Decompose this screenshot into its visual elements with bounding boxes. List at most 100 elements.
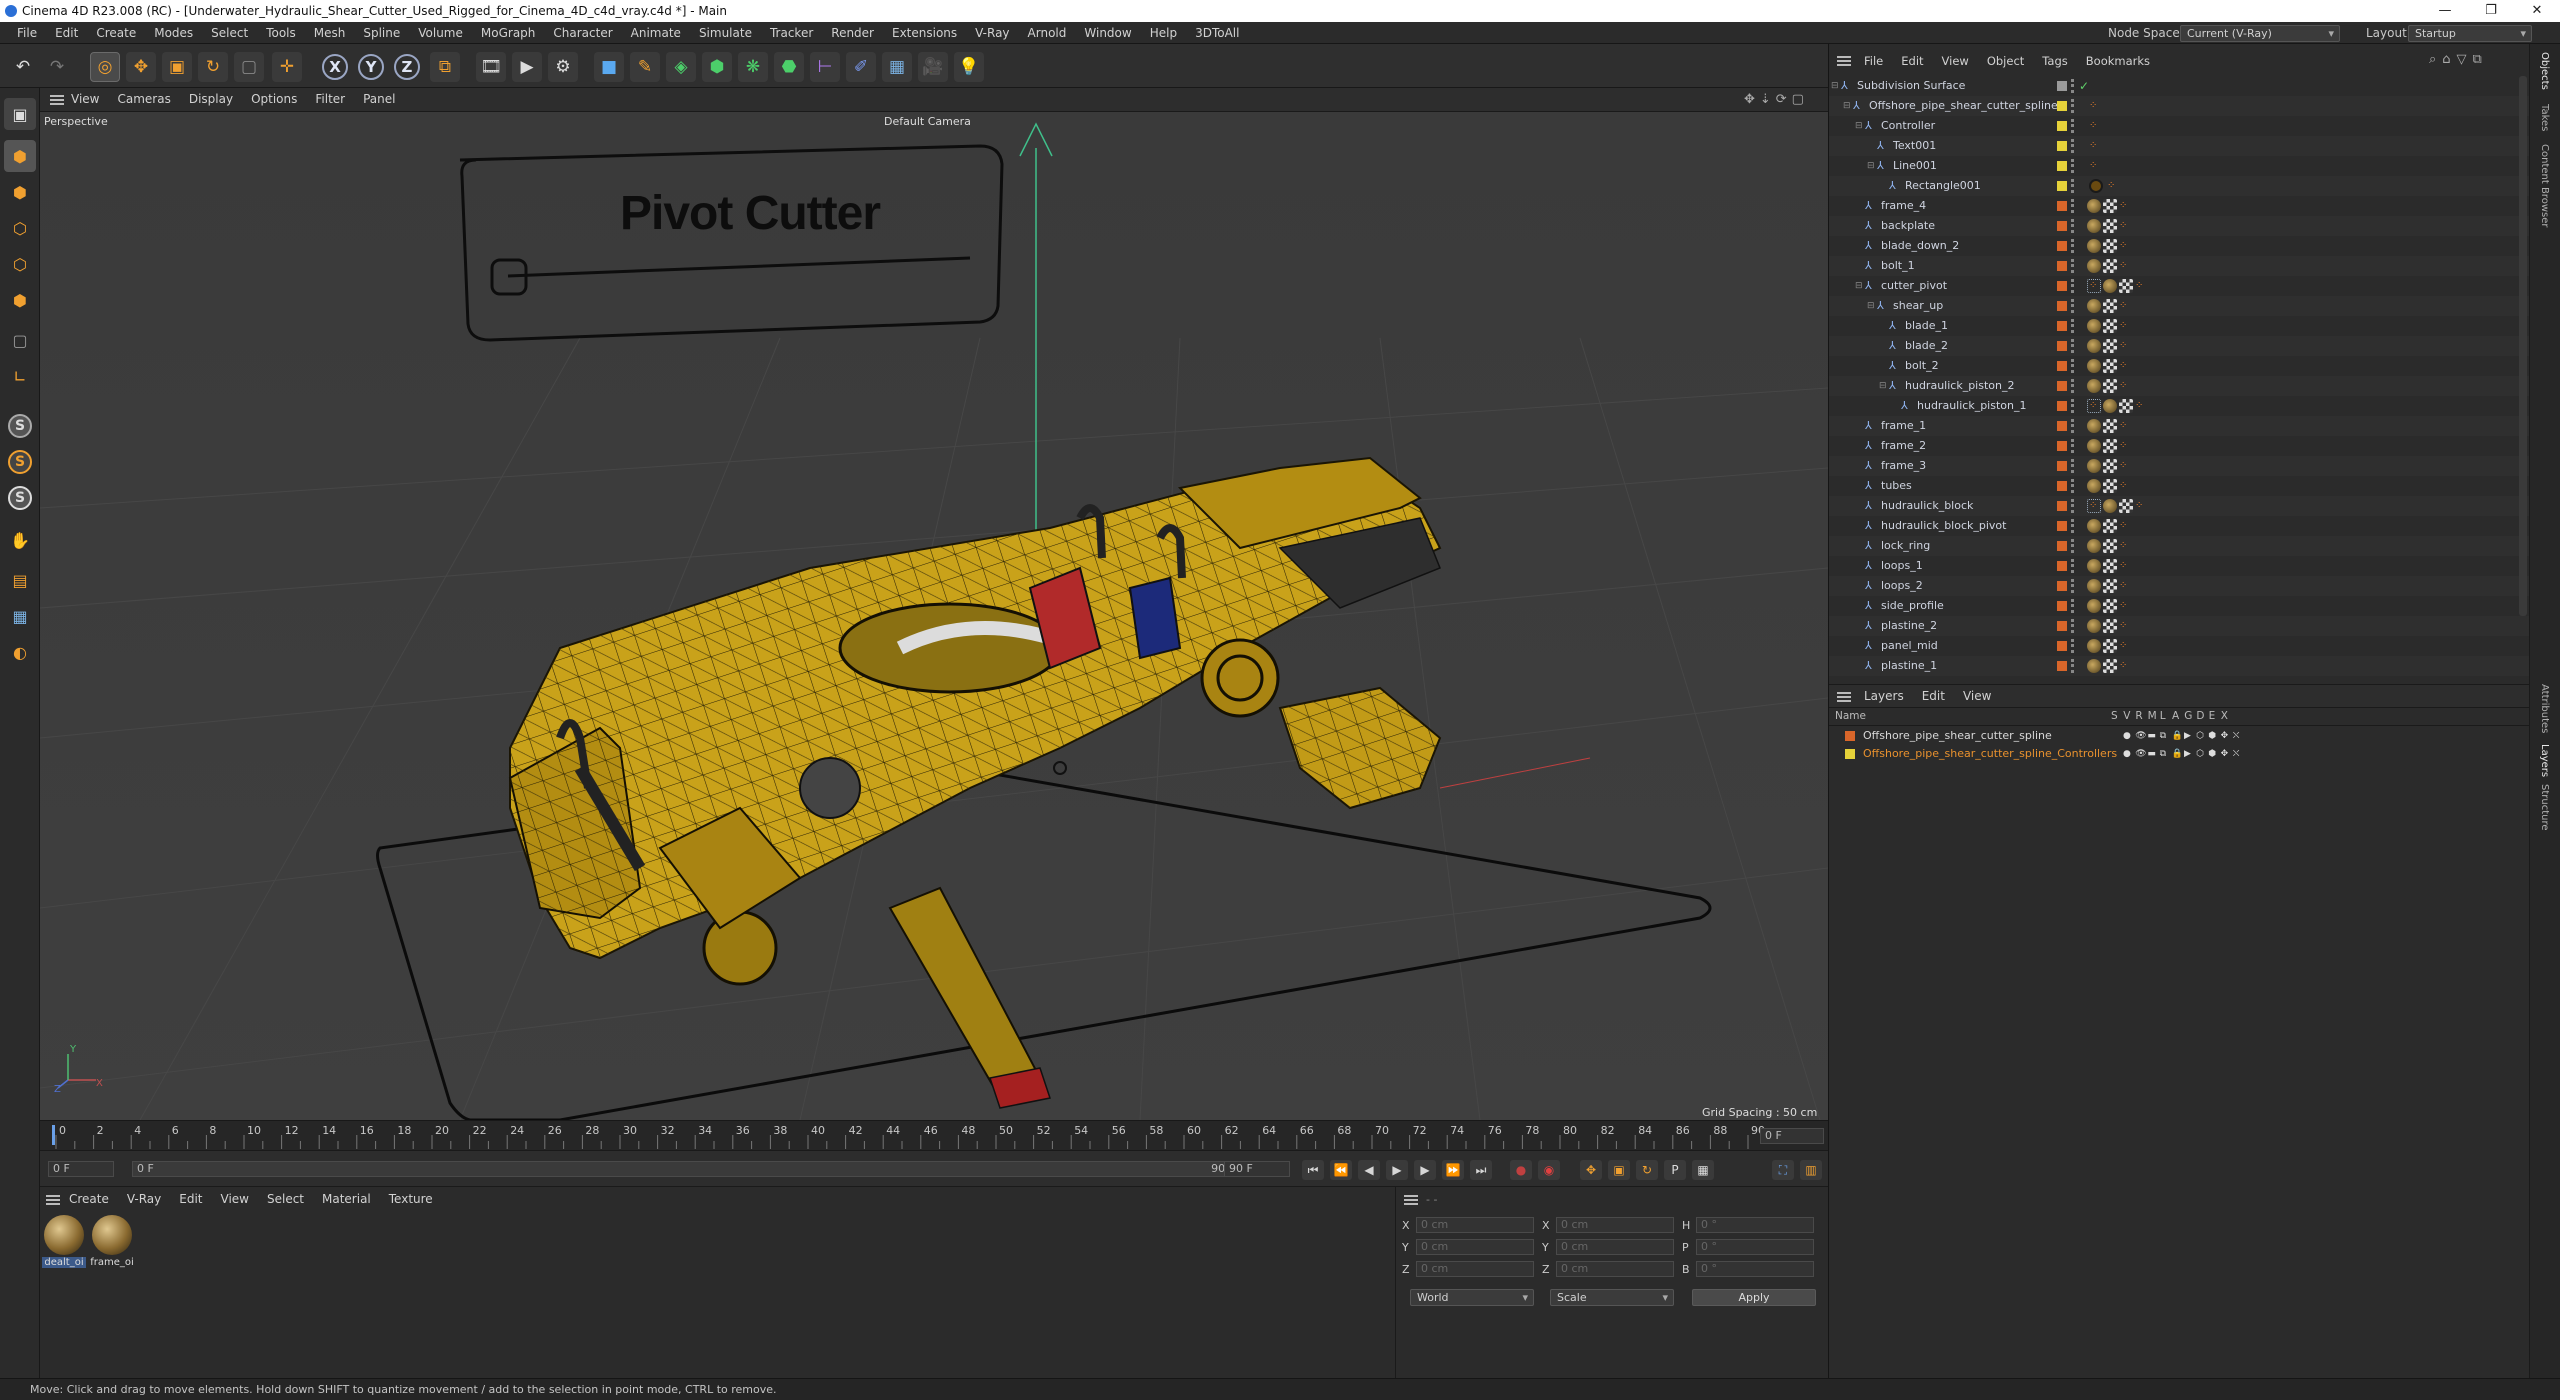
- visibility-dots-icon[interactable]: [2071, 219, 2075, 233]
- layer-color-swatch[interactable]: [2057, 561, 2067, 571]
- dotted-tag-icon[interactable]: [2087, 279, 2101, 293]
- material-tag-icon[interactable]: [2087, 559, 2101, 573]
- play-icon[interactable]: ▶: [1386, 1160, 1408, 1180]
- coord-value-field[interactable]: 0 cm: [1416, 1261, 1534, 1277]
- transform-mode-dropdown[interactable]: Scale: [1550, 1289, 1674, 1306]
- uvw-tag-icon[interactable]: [2103, 359, 2117, 373]
- autokey-icon[interactable]: ◉: [1538, 1160, 1560, 1180]
- coordinate-system-dropdown[interactable]: World: [1410, 1289, 1534, 1306]
- uvw-tag-icon[interactable]: [2103, 539, 2117, 553]
- material-tag-icon[interactable]: [2087, 539, 2101, 553]
- layer-color-swatch[interactable]: [2057, 201, 2067, 211]
- render-region-icon[interactable]: 🎞: [476, 52, 506, 82]
- cube-icon[interactable]: ■: [594, 52, 624, 82]
- material-tag-icon[interactable]: [2087, 599, 2101, 613]
- rotate-icon[interactable]: ↻: [198, 52, 228, 82]
- material-tag-icon[interactable]: [2087, 379, 2101, 393]
- layer-color-swatch[interactable]: [2057, 141, 2067, 151]
- model-mode-icon[interactable]: ⬢: [4, 140, 36, 172]
- material-menu-create[interactable]: Create: [60, 1192, 118, 1206]
- uvw-tag-icon[interactable]: [2119, 399, 2133, 413]
- edges-mode-icon[interactable]: ⬡: [4, 248, 36, 280]
- material-tag-icon[interactable]: [2087, 219, 2101, 233]
- layer-color-swatch[interactable]: [2057, 361, 2067, 371]
- object-row[interactable]: ⅄frame_2⁘⁘: [1829, 436, 2529, 456]
- layer-toggle-icon[interactable]: 👁: [2135, 728, 2146, 744]
- coordinate-system-icon[interactable]: ⧉: [430, 52, 460, 82]
- coord-value-field[interactable]: 0 cm: [1416, 1239, 1534, 1255]
- visibility-dots-icon[interactable]: [2071, 359, 2075, 373]
- deformer-icon[interactable]: ⬣: [774, 52, 804, 82]
- layer-toggle-icon[interactable]: ⬡: [2196, 728, 2204, 744]
- uvw-tag-icon[interactable]: [2103, 239, 2117, 253]
- object-row[interactable]: ⊟ ⅄ Subdivision Surface ✓: [1829, 76, 2529, 96]
- subdivision-icon[interactable]: ◈: [666, 52, 696, 82]
- objects-header-icons[interactable]: ⌕⌂▽⧉: [2429, 52, 2488, 67]
- coord-value-field[interactable]: 0 cm: [1556, 1239, 1674, 1255]
- visibility-dots-icon[interactable]: [2071, 559, 2075, 573]
- object-row[interactable]: ⅄ Text001 ⁘: [1829, 136, 2529, 156]
- layer-color-swatch[interactable]: [2057, 101, 2067, 111]
- visibility-dots-icon[interactable]: [2071, 139, 2075, 153]
- layer-toggle-icon[interactable]: ⛌: [2233, 728, 2240, 744]
- uvw-tag-icon[interactable]: [2103, 459, 2117, 473]
- layer-toggle-icon[interactable]: ✥: [2221, 746, 2229, 762]
- material-menu-edit[interactable]: Edit: [170, 1192, 211, 1206]
- coord-value-field[interactable]: 0 cm: [1416, 1217, 1534, 1233]
- material-tag-icon[interactable]: [2087, 519, 2101, 533]
- menu-window[interactable]: Window: [1075, 26, 1140, 40]
- spline-pen-icon[interactable]: ✐: [846, 52, 876, 82]
- timeline-ruler[interactable]: 0 2 4 6 8 10 12 14 16 18 20 22 24 26 28 30 32 34 36 38 40 42 4…: [40, 1120, 1828, 1150]
- y-axis-toggle[interactable]: Y: [356, 52, 386, 82]
- quantize-icon[interactable]: S: [4, 482, 36, 514]
- uvw-tag-icon[interactable]: [2103, 379, 2117, 393]
- go-to-end-icon[interactable]: ⏭: [1470, 1160, 1492, 1180]
- material-tag-icon[interactable]: [2087, 319, 2101, 333]
- layers-column-x[interactable]: X: [2221, 710, 2228, 722]
- object-row[interactable]: ⅄frame_4⁘⁘: [1829, 196, 2529, 216]
- viewport-menu-filter[interactable]: Filter: [306, 92, 354, 106]
- make-editable-icon[interactable]: ▣: [4, 98, 36, 130]
- menu-modes[interactable]: Modes: [145, 26, 202, 40]
- layer-color-swatch[interactable]: [2057, 381, 2067, 391]
- snap-icon[interactable]: S: [4, 410, 36, 442]
- material-tag-icon[interactable]: [2103, 279, 2117, 293]
- viewport-menu-cameras[interactable]: Cameras: [108, 92, 179, 106]
- object-row[interactable]: ⊟ ⅄ Offshore_pipe_shear_cutter_spline ⁘: [1829, 96, 2529, 116]
- layers-column-r[interactable]: R: [2135, 710, 2142, 722]
- material-tag-icon[interactable]: [2087, 239, 2101, 253]
- layer-color-swatch[interactable]: [1845, 749, 1855, 759]
- layer-toggle-icon[interactable]: ✥: [2221, 728, 2229, 744]
- coordinates-menu-icon[interactable]: [1404, 1195, 1418, 1205]
- menu-3dtoall[interactable]: 3DToAll: [1186, 26, 1248, 40]
- uvw-tag-icon[interactable]: [2103, 419, 2117, 433]
- material-tag-icon[interactable]: [2103, 499, 2117, 513]
- layers-column-l[interactable]: L: [2160, 710, 2166, 722]
- layers-menu-layers[interactable]: Layers: [1855, 689, 1913, 703]
- uvw-tag-icon[interactable]: [2103, 219, 2117, 233]
- layer-toggle-icon[interactable]: ▶: [2184, 746, 2191, 762]
- material-menu-v-ray[interactable]: V-Ray: [118, 1192, 170, 1206]
- visibility-dots-icon[interactable]: [2071, 499, 2075, 513]
- menu-spline[interactable]: Spline: [354, 26, 409, 40]
- layers-column-a[interactable]: A: [2172, 710, 2179, 722]
- uvw-tag-icon[interactable]: [2103, 559, 2117, 573]
- side-tab-takes[interactable]: Takes: [2539, 104, 2550, 131]
- layer-color-swatch[interactable]: [2057, 181, 2067, 191]
- undo-icon[interactable]: ↶: [8, 52, 38, 82]
- viewport-menu-panel[interactable]: Panel: [354, 92, 404, 106]
- object-row[interactable]: ⅄hudraulick_block_pivot⁘⁘: [1829, 516, 2529, 536]
- live-selection-icon[interactable]: ◎: [90, 52, 120, 82]
- material-tag-icon[interactable]: [2087, 299, 2101, 313]
- visibility-dots-icon[interactable]: [2071, 179, 2075, 193]
- layer-color-swatch[interactable]: [2057, 601, 2067, 611]
- objects-menu-file[interactable]: File: [1855, 54, 1892, 68]
- uvw-tag-icon[interactable]: [2103, 599, 2117, 613]
- snap-settings-icon[interactable]: S: [4, 446, 36, 478]
- visibility-dots-icon[interactable]: [2071, 659, 2075, 673]
- material-tag-icon[interactable]: [2087, 639, 2101, 653]
- material-tag-icon[interactable]: [2087, 339, 2101, 353]
- layers-column-name[interactable]: Name: [1835, 710, 1866, 722]
- layer-color-swatch[interactable]: [2057, 661, 2067, 671]
- layer-toggle-icon[interactable]: ▶: [2184, 728, 2191, 744]
